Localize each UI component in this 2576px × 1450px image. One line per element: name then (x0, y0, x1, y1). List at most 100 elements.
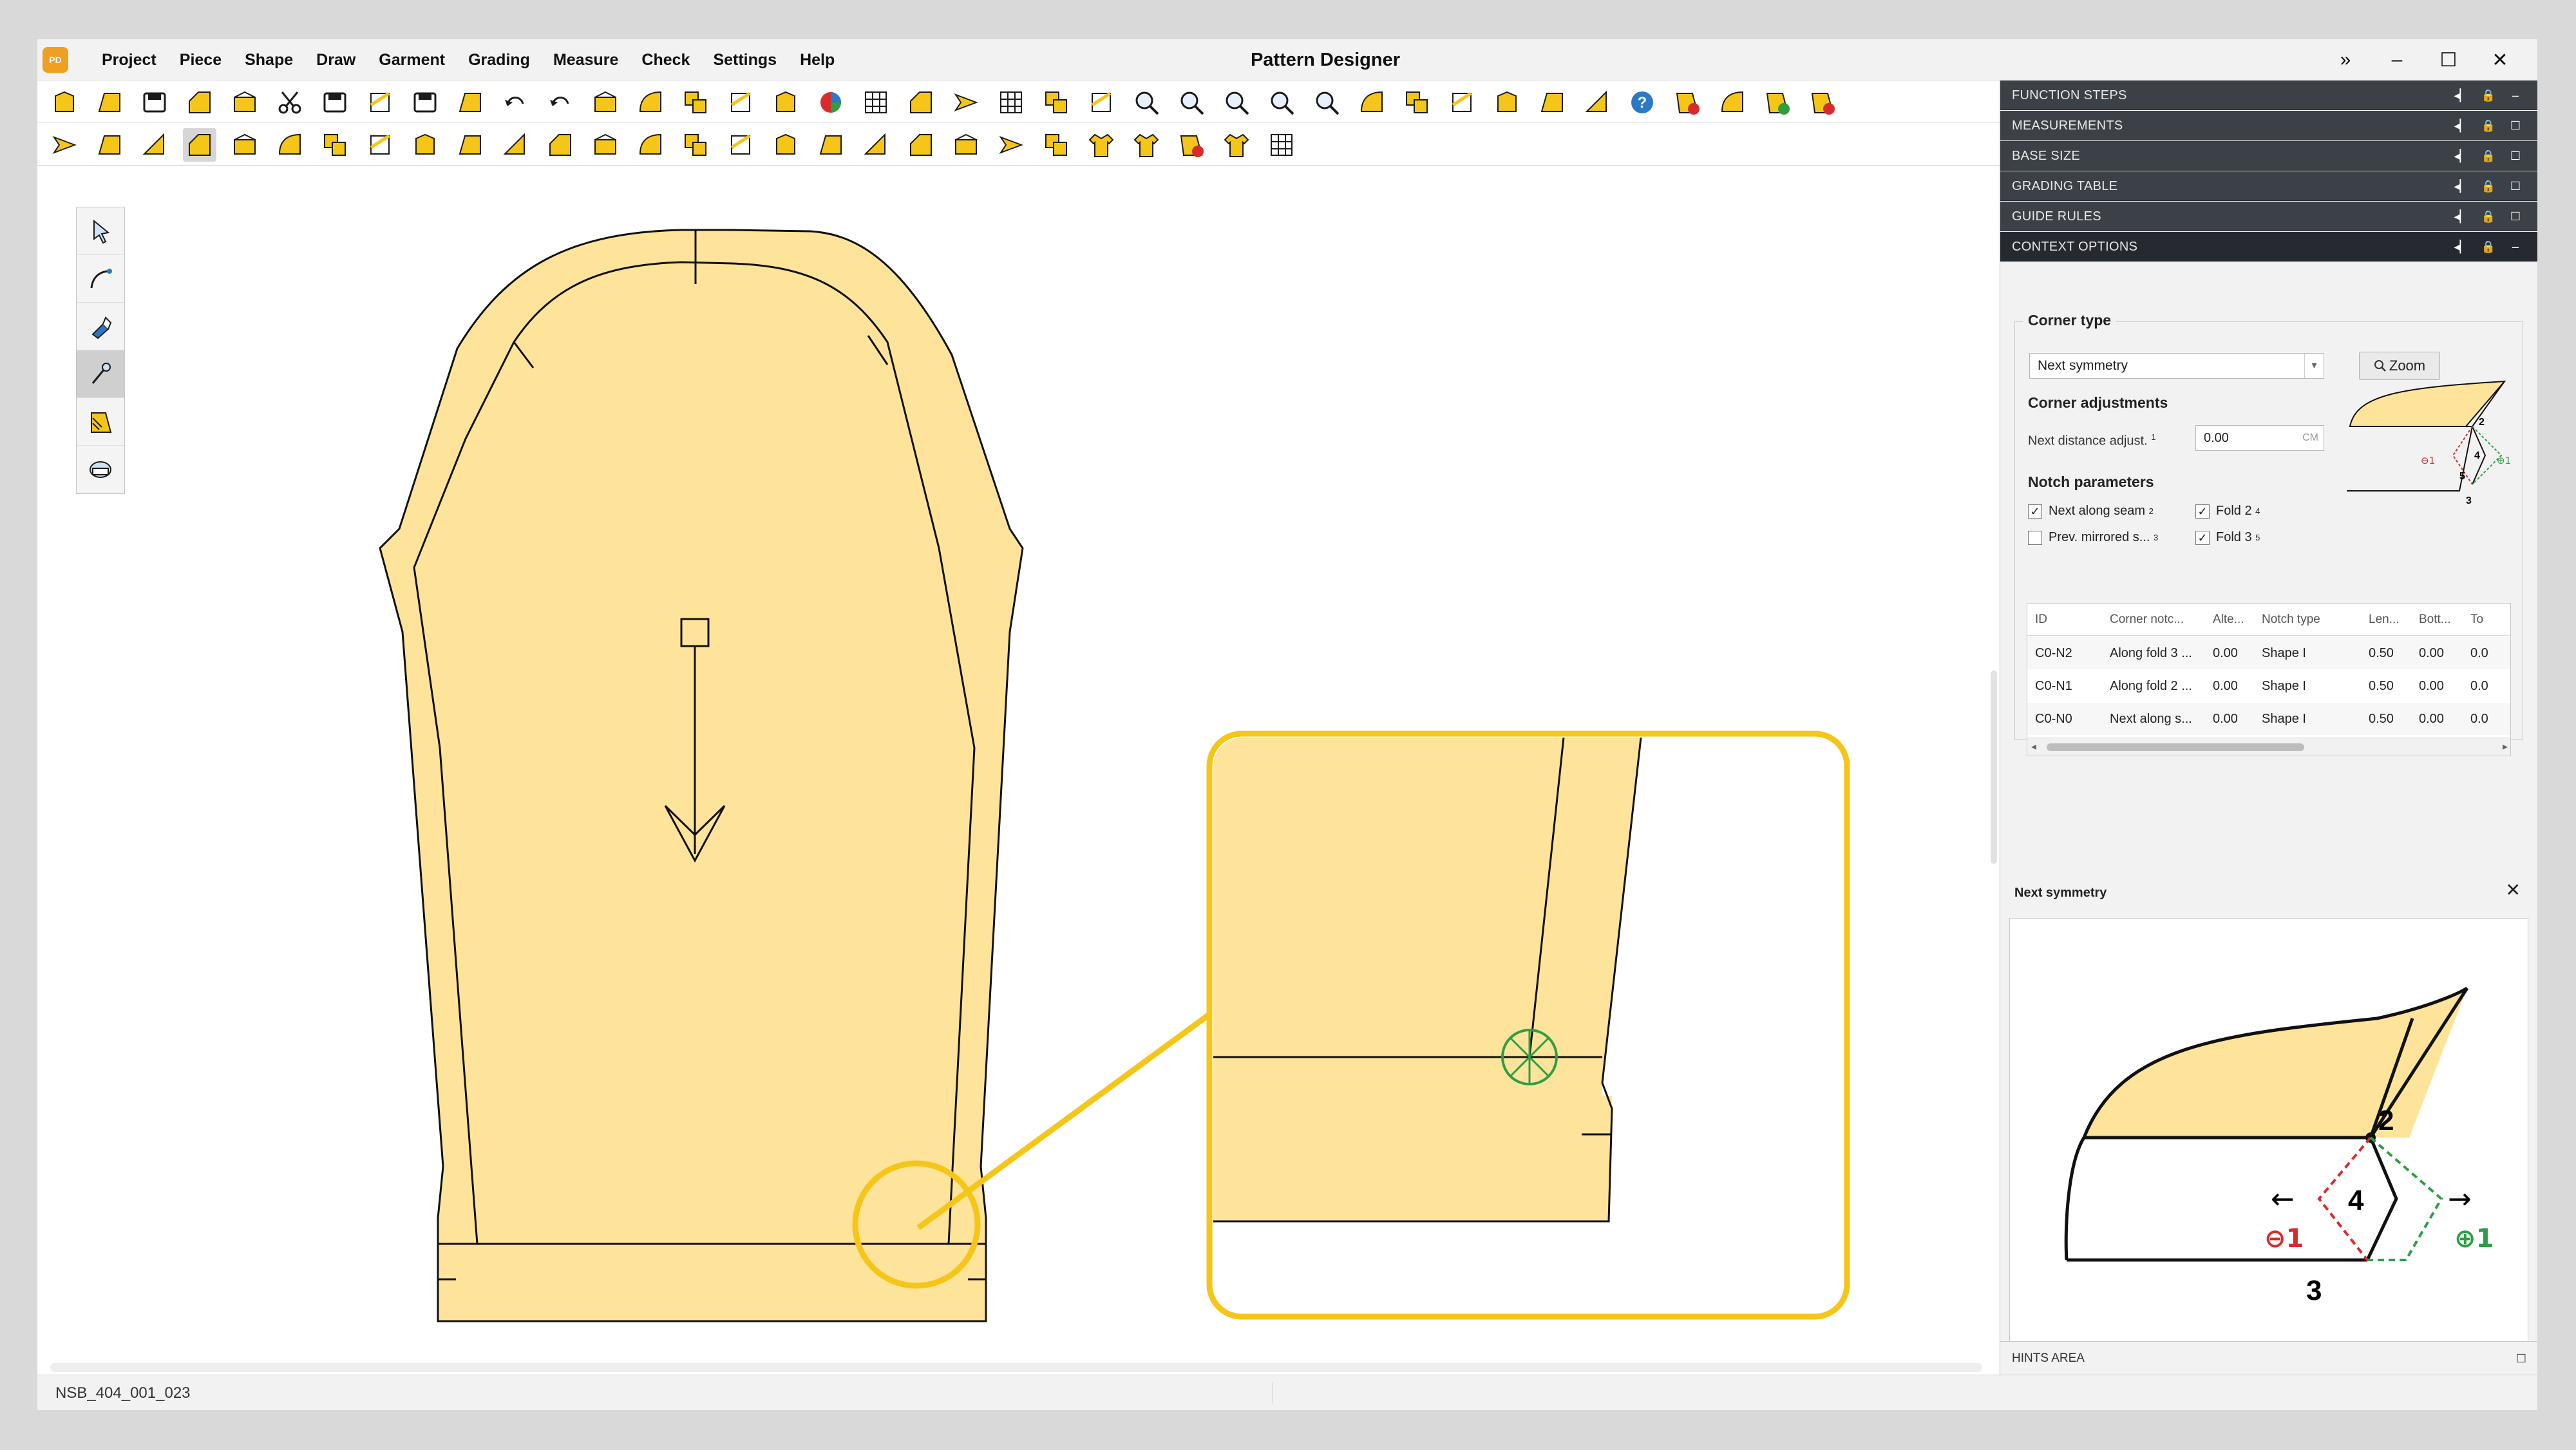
panel-controls: ◂▏ 🔒 ☐ (2448, 111, 2529, 140)
pattern-designer-window: PD Project Piece Shape Draw Garment Grad… (37, 39, 2537, 1410)
lock-icon[interactable]: 🔒 (2475, 240, 2502, 254)
collapse-left-icon[interactable]: ◂▏ (2448, 89, 2475, 102)
scroll-left-icon[interactable]: ◂ (2031, 738, 2036, 756)
panel-header-context-options[interactable]: CONTEXT OPTIONS ◂▏ 🔒 – (2000, 232, 2537, 262)
notch-parameters-label: Notch parameters (2028, 473, 2154, 490)
minimize-button[interactable]: – (2371, 49, 2423, 71)
tape-measure-icon[interactable] (77, 446, 124, 493)
curve-edit-icon[interactable] (77, 255, 124, 303)
lock-icon[interactable]: 🔒 (2475, 119, 2502, 133)
preview-title: Next symmetry (2014, 886, 2107, 900)
panel-controls: ◂▏ 🔒 ☐ (2448, 171, 2529, 201)
panel-state-icon[interactable]: – (2502, 240, 2529, 254)
lock-icon[interactable]: 🔒 (2475, 180, 2502, 193)
table-cell: C0-N1 (2035, 679, 2072, 693)
collapse-left-icon[interactable]: ◂▏ (2448, 180, 2475, 193)
mini-label-3: 3 (2466, 495, 2472, 506)
panel-header-guide-rules[interactable]: GUIDE RULES ◂▏ 🔒 ☐ (2000, 202, 2537, 231)
checkbox-prev-mirrored[interactable]: Prev. mirrored s... 3 (2028, 530, 2158, 545)
panel-state-icon[interactable]: ☐ (2502, 210, 2529, 224)
collapse-left-icon[interactable]: ◂▏ (2448, 240, 2475, 254)
lock-icon[interactable]: 🔒 (2475, 149, 2502, 163)
panel-state-icon[interactable]: ☐ (2502, 149, 2529, 163)
panel-state-icon[interactable]: – (2502, 89, 2529, 102)
table-scroll-thumb[interactable] (2047, 743, 2304, 751)
panel-title: MEASUREMENTS (2012, 119, 2123, 133)
status-bar: NSB_404_001_023 (37, 1375, 2537, 1410)
collapse-left-icon[interactable]: ◂▏ (2448, 149, 2475, 163)
maximize-button[interactable]: ☐ (2423, 49, 2474, 72)
preview-right-arrow: → (2448, 1183, 2472, 1216)
table-row[interactable]: C0-N1 Along fold 2 ... 0.00 Shape I 0.50 0.00… (2027, 670, 2510, 702)
checkbox-fold-2[interactable]: ✓ Fold 2 4 (2195, 504, 2260, 519)
canvas-horizontal-scrollbar[interactable] (50, 1363, 1982, 1372)
col-header-length[interactable]: Len... (2369, 604, 2411, 636)
table-cell: 0.0 (2470, 712, 2488, 726)
pattern-canvas-drawing (379, 229, 1850, 1322)
hints-expand-icon[interactable]: ☐ (2516, 1342, 2526, 1375)
table-cell: 0.0 (2470, 646, 2488, 660)
select-arrow-icon[interactable] (77, 207, 124, 255)
checkbox-box[interactable]: ✓ (2195, 504, 2210, 519)
panel-header-function-steps[interactable]: FUNCTION STEPS ◂▏ 🔒 – (2000, 81, 2537, 110)
next-symmetry-diagram: 2 4 3 ← → ⊖1 ⊕1 (2064, 986, 2494, 1306)
table-cell: Shape I (2262, 679, 2306, 693)
hints-area-bar[interactable]: HINTS AREA ☐ (2000, 1341, 2537, 1375)
panel-title: CONTEXT OPTIONS (2012, 240, 2138, 254)
next-distance-value: 0.00 (2204, 431, 2229, 445)
notch-pen-icon[interactable] (77, 350, 124, 398)
sleeve-piece-outline[interactable] (379, 229, 1024, 1322)
panel-controls: ◂▏ 🔒 – (2448, 232, 2529, 262)
canvas-vertical-scrollbar[interactable] (1991, 671, 1997, 864)
checkbox-box[interactable]: ✓ (2028, 504, 2042, 519)
table-header-row: ID Corner notc... Alte... Notch type Len… (2027, 604, 2510, 636)
corner-type-label: Corner type (2023, 312, 2117, 329)
checkbox-fold-3[interactable]: ✓ Fold 3 5 (2195, 530, 2260, 545)
panel-controls: ◂▏ 🔒 ☐ (2448, 202, 2529, 231)
table-cell: C0-N0 (2035, 712, 2072, 726)
lock-icon[interactable]: 🔒 (2475, 89, 2502, 102)
table-cell: 0.00 (2213, 646, 2238, 660)
panel-header-base-size[interactable]: BASE SIZE ◂▏ 🔒 ☐ (2000, 141, 2537, 171)
point-edit-icon[interactable] (77, 303, 124, 350)
expand-panels-button[interactable]: » (2320, 49, 2371, 71)
col-header-top[interactable]: To (2470, 604, 2509, 636)
panel-state-icon[interactable]: ☐ (2502, 180, 2529, 193)
corner-type-select[interactable]: Next symmetry ▾ (2029, 353, 2324, 379)
collapse-left-icon[interactable]: ◂▏ (2448, 119, 2475, 133)
table-cell: C0-N2 (2035, 646, 2072, 660)
checkbox-next-along-seam[interactable]: ✓ Next along seam 2 (2028, 504, 2154, 519)
table-row[interactable]: C0-N2 Along fold 3 ... 0.00 Shape I 0.50 0.00… (2027, 637, 2510, 669)
scroll-right-icon[interactable]: ▸ (2503, 738, 2508, 756)
table-horizontal-scrollbar[interactable]: ◂ ▸ (2027, 738, 2510, 756)
collapse-left-icon[interactable]: ◂▏ (2448, 210, 2475, 224)
table-cell: 0.00 (2419, 712, 2444, 726)
col-header-alteration[interactable]: Alte... (2213, 604, 2258, 636)
corner-type-value: Next symmetry (2038, 358, 2128, 373)
table-cell: 0.50 (2369, 646, 2394, 660)
lock-icon[interactable]: 🔒 (2475, 210, 2502, 224)
piece-ruler-icon[interactable] (77, 398, 124, 446)
next-distance-input[interactable]: 0.00 CM (2195, 425, 2324, 451)
mini-label-minus: ⊖1 (2421, 455, 2435, 466)
preview-left-arrow: ← (2271, 1183, 2295, 1216)
preview-close-icon[interactable]: ✕ (2506, 879, 2521, 901)
close-button[interactable]: ✕ (2474, 49, 2526, 72)
panel-header-grading-table[interactable]: GRADING TABLE ◂▏ 🔒 ☐ (2000, 171, 2537, 201)
panel-header-measurements[interactable]: MEASUREMENTS ◂▏ 🔒 ☐ (2000, 111, 2537, 140)
panel-state-icon[interactable]: ☐ (2502, 119, 2529, 133)
col-header-notch-type[interactable]: Notch type (2262, 604, 2358, 636)
panel-controls: ◂▏ 🔒 ☐ (2448, 141, 2529, 171)
table-row[interactable]: C0-N0 Next along s... 0.00 Shape I 0.50 0.00 0… (2027, 703, 2510, 735)
mini-label-2: 2 (2479, 417, 2485, 428)
checkbox-box[interactable]: ✓ (2195, 530, 2210, 545)
zoom-button-label: Zoom (2389, 358, 2426, 374)
preview-label-minus: ⊖1 (2264, 1224, 2304, 1254)
col-header-bottom[interactable]: Bott... (2419, 604, 2463, 636)
col-header-corner-notch[interactable]: Corner notc... (2110, 604, 2206, 636)
next-distance-label: Next distance adjust. 1 (2028, 432, 2156, 448)
checkbox-box[interactable] (2028, 530, 2042, 545)
table-cell: Along fold 2 ... (2110, 679, 2192, 693)
col-header-id[interactable]: ID (2035, 604, 2106, 636)
mini-label-5: 5 (2459, 471, 2465, 482)
